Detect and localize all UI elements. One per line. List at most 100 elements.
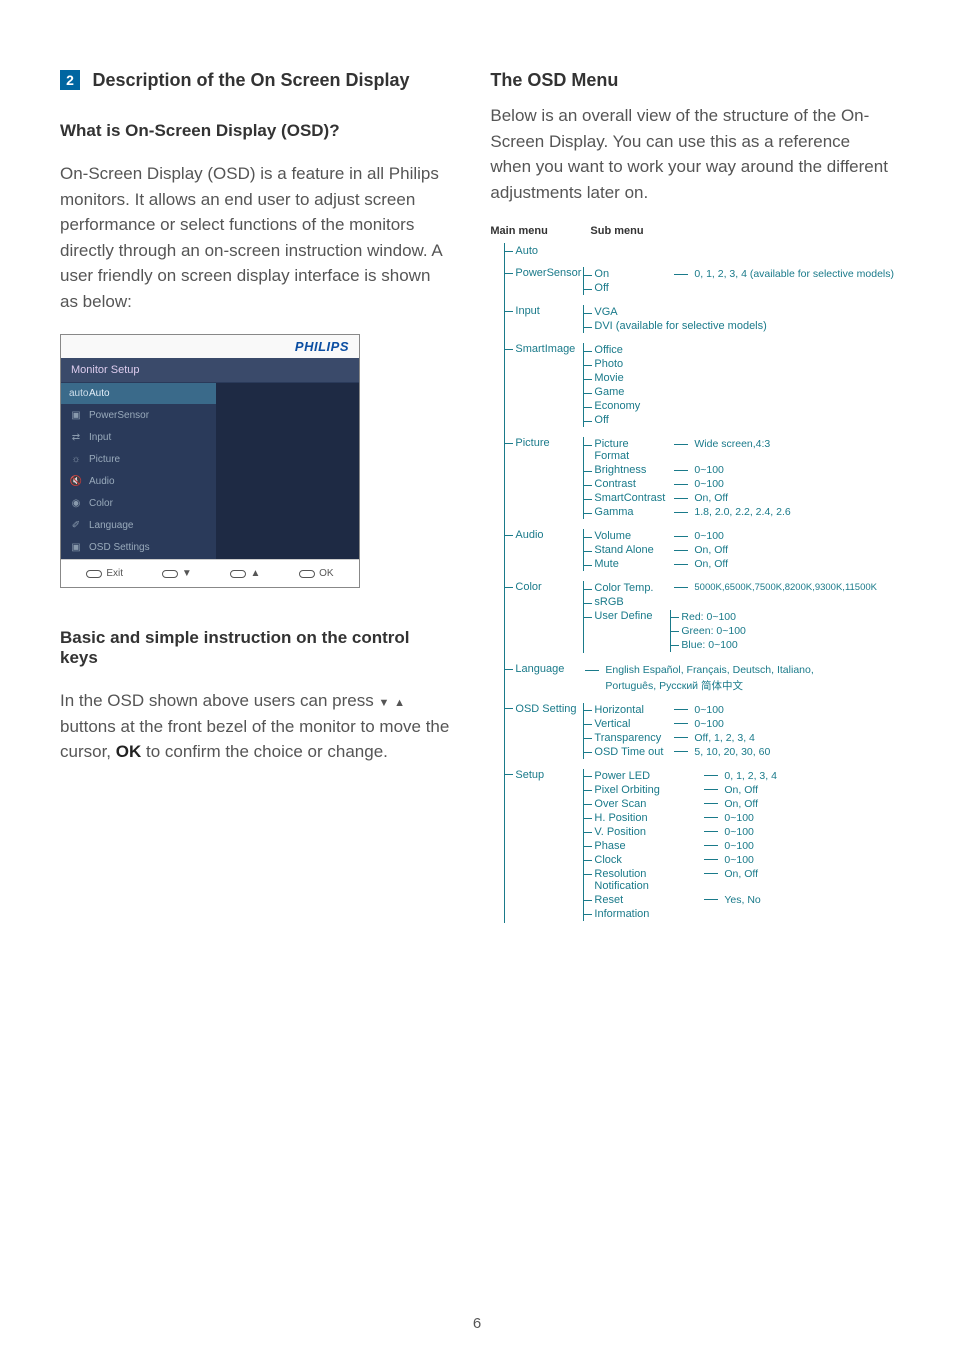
osd-logo: PHILIPS (295, 339, 349, 354)
osd-item-label: OSD Settings (89, 542, 150, 553)
tree-userdef-item: Blue: 0~100 (671, 638, 746, 652)
tree-osd-t-v: Off, 1, 2, 3, 4 (664, 732, 755, 744)
osd-item-label: Auto (89, 388, 110, 399)
section-header: 2 Description of the On Screen Display (60, 70, 450, 91)
osd-item-input[interactable]: ⇄ Input (61, 427, 216, 449)
osd-mock: PHILIPS Monitor Setup autoAuto▣PowerSens… (60, 334, 360, 588)
tree-setup-power-v: 0, 1, 2, 3, 4 (694, 770, 777, 782)
tree-pic-sc-v: On, Off (664, 492, 728, 504)
tree-ps-on-val: 0, 1, 2, 3, 4 (available for selective m… (664, 268, 894, 280)
ok-label: OK (116, 742, 142, 761)
tree-pic-bright-v: 0~100 (664, 464, 724, 476)
tree-smartimage: SmartImage (505, 343, 577, 355)
tree-setup-reset-v: Yes, No (694, 894, 760, 906)
tree-setup: Setup (505, 769, 577, 781)
tree-pic-bright: Brightness (584, 464, 664, 476)
tree-osd-o: OSD Time out (584, 746, 664, 758)
tree-input-vga: VGA (584, 306, 664, 318)
tree-osd-v: Vertical (584, 718, 664, 730)
osd-item-osd-settings[interactable]: ▣ OSD Settings (61, 537, 216, 559)
control-keys-paragraph: In the OSD shown above users can press ▼… (60, 688, 450, 765)
osd-footer: Exit ▼ ▲ OK (61, 559, 359, 587)
tree-input: Input (505, 305, 577, 317)
tree-pic-format: Picture Format (584, 438, 664, 462)
tree-audio-mute: Mute (584, 558, 664, 570)
tree-lang-line2: Português, Русский 简体中文 (577, 678, 813, 693)
tree-osd-h: Horizontal (584, 704, 664, 716)
osd-item-label: Language (89, 520, 134, 531)
osd-item-icon: auto (69, 388, 83, 399)
tree-color-user: User Define (584, 610, 664, 622)
tree-audio-sa-v: On, Off (664, 544, 728, 556)
section-number: 2 (60, 70, 80, 90)
tree-setup-res-v: On, Off (694, 868, 758, 880)
osd-tree: Main menu Sub menu Auto PowerSensor On0,… (490, 225, 894, 923)
tree-auto: Auto (505, 245, 577, 257)
tree-setup-phase-v: 0~100 (694, 840, 754, 852)
osd-item-icon: ✐ (69, 520, 83, 531)
down-arrow-icon: ▼ (378, 697, 389, 709)
osd-item-auto[interactable]: auto Auto (61, 383, 216, 405)
tree-lang-line1: English Español, Français, Deutsch, Ital… (577, 663, 813, 678)
osd-ok-button[interactable]: OK (299, 568, 333, 579)
osd-down-button[interactable]: ▼ (162, 568, 192, 579)
tree-si-game: Game (584, 386, 664, 398)
osd-item-label: Color (89, 498, 113, 509)
tree-si-photo: Photo (584, 358, 664, 370)
osd-up-button[interactable]: ▲ (230, 568, 260, 579)
tree-audio-vol-v: 0~100 (664, 530, 724, 542)
tree-pic-sc: SmartContrast (584, 492, 664, 504)
tree-audio-vol: Volume (584, 530, 664, 542)
tree-audio-mute-v: On, Off (664, 558, 728, 570)
tree-setup-over: Over Scan (584, 798, 694, 810)
tree-setup-clock-v: 0~100 (694, 854, 754, 866)
tree-setup-over-v: On, Off (694, 798, 758, 810)
osd-item-label: Input (89, 432, 111, 443)
tree-setup-vp: V. Position (584, 826, 694, 838)
tree-setup-pixel: Pixel Orbiting (584, 784, 694, 796)
osd-intro-paragraph: On-Screen Display (OSD) is a feature in … (60, 161, 450, 314)
tree-color-temp: Color Temp. (584, 582, 664, 594)
up-arrow-icon: ▲ (394, 697, 405, 709)
osd-item-audio[interactable]: 🔇Audio (61, 471, 216, 493)
osd-item-picture[interactable]: ☼Picture (61, 449, 216, 471)
tree-header-sub: Sub menu (590, 225, 643, 237)
osd-item-label: PowerSensor (89, 410, 149, 421)
tree-setup-res: Resolution Notification (584, 868, 694, 892)
osd-exit-button[interactable]: Exit (86, 568, 123, 579)
osd-item-icon: ☼ (69, 454, 83, 465)
osd-item-icon: ▣ (69, 542, 83, 553)
tree-setup-hp: H. Position (584, 812, 694, 824)
tree-osd-t: Transparency (584, 732, 664, 744)
tree-ps-off: Off (584, 282, 664, 294)
tree-pic-gamma: Gamma (584, 506, 664, 518)
section-title: Description of the On Screen Display (92, 70, 409, 90)
tree-header-main: Main menu (490, 225, 570, 237)
tree-setup-pixel-v: On, Off (694, 784, 758, 796)
osd-item-icon: ⇄ (69, 432, 83, 443)
heading-what-is-osd: What is On-Screen Display (OSD)? (60, 121, 450, 141)
tree-osd-o-v: 5, 10, 20, 30, 60 (664, 746, 770, 758)
tree-picture: Picture (505, 437, 577, 449)
tree-setup-reset: Reset (584, 894, 694, 906)
osd-item-icon: 🔇 (69, 476, 83, 487)
tree-osd-v-v: 0~100 (664, 718, 724, 730)
osd-menu-intro: Below is an overall view of the structur… (490, 103, 894, 205)
tree-color: Color (505, 581, 577, 593)
osd-item-powersensor[interactable]: ▣ PowerSensor (61, 405, 216, 427)
tree-ps-on: On (584, 268, 664, 280)
osd-item-icon: ◉ (69, 498, 83, 509)
tree-input-dvi: DVI (available for selective models) (584, 320, 766, 332)
tree-pic-contrast: Contrast (584, 478, 664, 490)
heading-basic-instruction: Basic and simple instruction on the cont… (60, 628, 450, 668)
page-number: 6 (0, 1315, 954, 1332)
osd-item-language[interactable]: ✐ Language (61, 515, 216, 537)
tree-si-economy: Economy (584, 400, 664, 412)
tree-userdef-item: Red: 0~100 (671, 610, 746, 624)
tree-color-srgb: sRGB (584, 596, 664, 608)
osd-item-color[interactable]: ◉ Color (61, 493, 216, 515)
tree-pic-format-v: Wide screen,4:3 (664, 438, 770, 450)
osd-item-icon: ▣ (69, 410, 83, 421)
tree-setup-info: Information (584, 908, 694, 920)
tree-audio-sa: Stand Alone (584, 544, 664, 556)
